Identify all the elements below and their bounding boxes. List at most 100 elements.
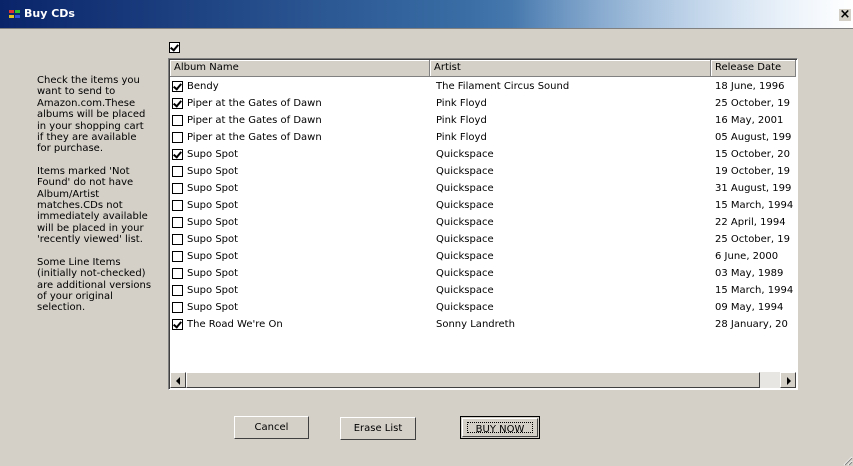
item-checkbox[interactable] [172, 217, 183, 228]
list-header: Album Name Artist Release Date [170, 60, 796, 77]
item-checkbox[interactable] [172, 285, 183, 296]
item-checkbox[interactable] [172, 98, 183, 109]
list-item[interactable]: Supo Spot Quickspace 15 March, 1994 [170, 197, 796, 214]
instructions-paragraph-3: Some Line Items (initially not-checked) … [37, 256, 152, 314]
scrollbar-thumb[interactable] [186, 372, 760, 388]
list-item[interactable]: Supo Spot Quickspace 15 October, 20 [170, 146, 796, 163]
arrow-left-icon [176, 377, 180, 385]
release-date: 09 May, 1994 [715, 302, 784, 313]
album-name: Supo Spot [187, 166, 239, 177]
artist-name: Sonny Landreth [436, 319, 515, 330]
instructions-paragraph-2: Items marked 'Not Found' do not have Alb… [37, 165, 148, 246]
list-item[interactable]: Supo Spot Quickspace 6 June, 2000 [170, 248, 796, 265]
list-item[interactable]: Supo Spot Quickspace 19 October, 19 [170, 163, 796, 180]
release-date: 15 October, 20 [715, 149, 791, 160]
title-bar: Buy CDs × [0, 0, 853, 29]
list-item[interactable]: Supo Spot Quickspace 03 May, 1989 [170, 265, 796, 282]
album-name: Supo Spot [187, 268, 239, 279]
scroll-left-button[interactable] [170, 372, 186, 388]
buy-now-label: BUY NOW [467, 422, 533, 435]
album-name: Bendy [187, 81, 219, 92]
arrow-right-icon [787, 377, 791, 385]
release-date: 05 August, 199 [715, 132, 792, 143]
list-item[interactable]: Supo Spot Quickspace 25 October, 19 [170, 231, 796, 248]
list-item[interactable]: Bendy The Filament Circus Sound 18 June, 1… [170, 78, 796, 95]
album-name: Supo Spot [187, 183, 239, 194]
resize-grip-icon[interactable] [841, 454, 853, 466]
album-name: Piper at the Gates of Dawn [187, 98, 322, 109]
item-checkbox[interactable] [172, 200, 183, 211]
erase-list-button[interactable]: Erase List [340, 417, 416, 440]
album-name: Supo Spot [187, 234, 239, 245]
album-name: The Road We're On [187, 319, 283, 330]
close-icon[interactable]: × [839, 8, 851, 21]
album-name: Supo Spot [187, 217, 239, 228]
item-checkbox[interactable] [172, 268, 183, 279]
release-date: 28 January, 20 [715, 319, 788, 330]
horizontal-scrollbar[interactable] [170, 372, 796, 388]
window-title: Buy CDs [24, 7, 75, 20]
artist-name: Quickspace [436, 183, 494, 194]
item-checkbox[interactable] [172, 166, 183, 177]
buy-now-button[interactable]: BUY NOW [460, 416, 540, 439]
item-checkbox[interactable] [172, 115, 183, 126]
instructions-text: Check the items you want to send to Amaz… [37, 75, 153, 325]
column-header-release-date[interactable]: Release Date [711, 60, 796, 77]
release-date: 6 June, 2000 [715, 251, 779, 262]
album-name: Supo Spot [187, 149, 239, 160]
list-item[interactable]: The Road We're On Sonny Landreth 28 Januar… [170, 316, 796, 333]
album-name: Supo Spot [187, 302, 239, 313]
release-date: 16 May, 2001 [715, 115, 784, 126]
artist-name: Quickspace [436, 234, 494, 245]
app-icon [9, 10, 20, 18]
list-item[interactable]: Supo Spot Quickspace 31 August, 199 [170, 180, 796, 197]
item-checkbox[interactable] [172, 149, 183, 160]
artist-name: Pink Floyd [436, 132, 487, 143]
artist-name: Pink Floyd [436, 98, 487, 109]
album-name: Supo Spot [187, 251, 239, 262]
artist-name: Pink Floyd [436, 115, 487, 126]
artist-name: The Filament Circus Sound [436, 81, 570, 92]
release-date: 25 October, 19 [715, 234, 791, 245]
item-checkbox[interactable] [172, 319, 183, 330]
cancel-button[interactable]: Cancel [234, 416, 309, 439]
artist-name: Quickspace [436, 149, 494, 160]
list-item[interactable]: Supo Spot Quickspace 09 May, 1994 [170, 299, 796, 316]
item-checkbox[interactable] [172, 81, 183, 92]
list-item[interactable]: Piper at the Gates of Dawn Pink Floyd 16 M… [170, 112, 796, 129]
artist-name: Quickspace [436, 302, 494, 313]
artist-name: Quickspace [436, 217, 494, 228]
artist-name: Quickspace [436, 268, 494, 279]
item-checkbox[interactable] [172, 251, 183, 262]
column-header-artist[interactable]: Artist [430, 60, 711, 77]
instructions-paragraph-1: Check the items you want to send to Amaz… [37, 75, 146, 155]
release-date: 15 March, 1994 [715, 200, 794, 211]
item-checkbox[interactable] [172, 183, 183, 194]
release-date: 03 May, 1989 [715, 268, 784, 279]
list-item[interactable]: Piper at the Gates of Dawn Pink Floyd 25 O… [170, 95, 796, 112]
artist-name: Quickspace [436, 166, 494, 177]
item-checkbox[interactable] [172, 234, 183, 245]
item-checkbox[interactable] [172, 132, 183, 143]
select-all-checkbox[interactable] [169, 42, 180, 53]
album-name: Supo Spot [187, 285, 239, 296]
artist-name: Quickspace [436, 200, 494, 211]
scroll-right-button[interactable] [780, 372, 796, 388]
artist-name: Quickspace [436, 285, 494, 296]
item-checkbox[interactable] [172, 302, 183, 313]
album-name: Supo Spot [187, 200, 239, 211]
release-date: 19 October, 19 [715, 166, 791, 177]
list-item[interactable]: Supo Spot Quickspace 22 April, 1994 [170, 214, 796, 231]
list-item[interactable]: Supo Spot Quickspace 15 March, 1994 [170, 282, 796, 299]
album-name: Piper at the Gates of Dawn [187, 132, 322, 143]
release-date: 15 March, 1994 [715, 285, 794, 296]
album-name: Piper at the Gates of Dawn [187, 115, 322, 126]
artist-name: Quickspace [436, 251, 494, 262]
release-date: 22 April, 1994 [715, 217, 786, 228]
column-header-album[interactable]: Album Name [170, 60, 430, 77]
release-date: 25 October, 19 [715, 98, 791, 109]
list-item[interactable]: Piper at the Gates of Dawn Pink Floyd 05 A… [170, 129, 796, 146]
list-rows: Bendy The Filament Circus Sound 18 June, 1… [170, 78, 796, 333]
release-date: 18 June, 1996 [715, 81, 785, 92]
release-date: 31 August, 199 [715, 183, 792, 194]
